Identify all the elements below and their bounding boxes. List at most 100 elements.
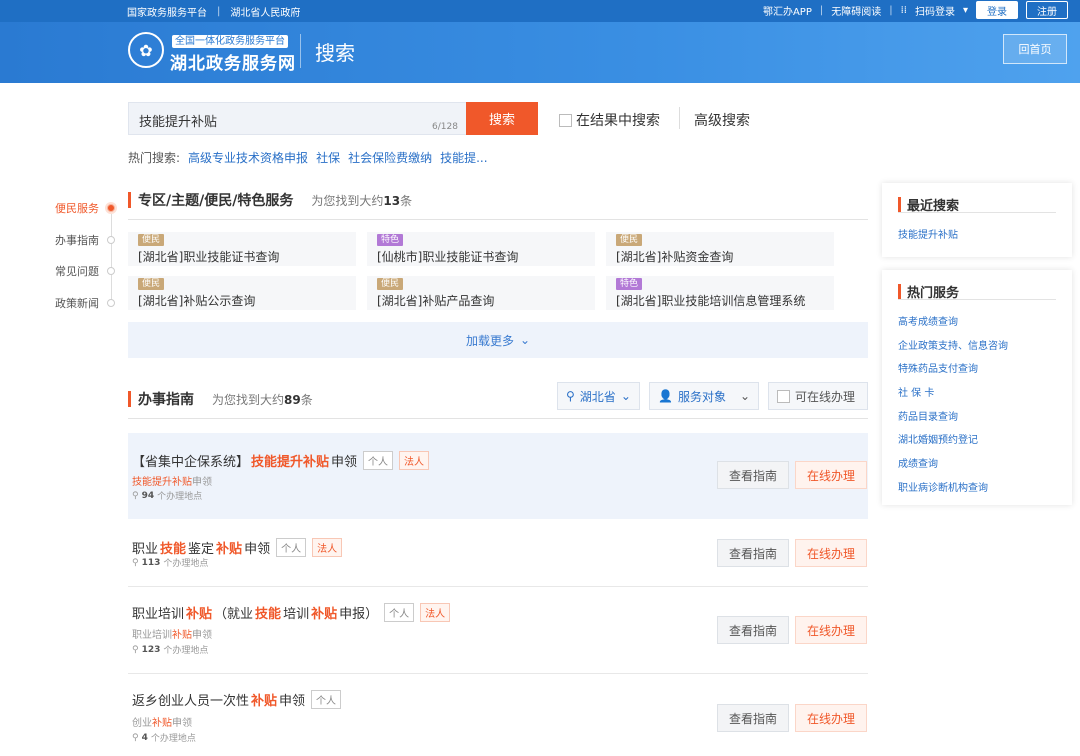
person-icon: 👤 — [658, 389, 673, 403]
online-filter[interactable]: 可在线办理 — [768, 382, 868, 410]
service-tag: 便民 — [616, 234, 643, 246]
service-card[interactable]: 便民 [湖北省]职业技能证书查询 — [128, 232, 356, 266]
online-checkbox[interactable] — [777, 389, 790, 403]
recent-search-panel: 最近搜索 技能提升补贴 — [882, 183, 1072, 257]
location-pin-icon: ⚲ — [132, 644, 139, 655]
service-title: [湖北省]补贴资金查询 — [616, 250, 734, 264]
hot-link[interactable]: 技能提... — [440, 149, 487, 166]
hot-service-link[interactable]: 职业病诊断机构查询 — [898, 479, 988, 494]
guide-row-title[interactable]: 职业 技能 鉴定 补贴 申领 个人 法人 — [132, 538, 343, 557]
logo-main-text[interactable]: 湖北政务服务网 — [170, 49, 296, 74]
top-bar: 国家政务服务平台 | 湖北省人民政府 鄂汇办APP | 无障碍阅读 | ⁞⁞ 扫… — [0, 0, 1080, 22]
load-more-button[interactable]: 加载更多 ⌄ — [128, 322, 868, 358]
guide-row-title[interactable]: 返乡创业人员一次性 补贴 申领 个人 — [132, 690, 342, 709]
recent-search-link[interactable]: 技能提升补贴 — [898, 226, 958, 241]
in-results-checkbox[interactable] — [559, 113, 572, 127]
online-label: 可在线办理 — [795, 389, 856, 404]
guide-row[interactable]: 职业培训 补贴 （就业 技能 培训 补贴 申报） 个人 法人 职业培训补贴申领 ⚲ 123 个办… — [128, 587, 868, 673]
nav-dot-icon — [107, 299, 115, 307]
tag-legal: 法人 — [420, 603, 451, 622]
nav-item-guide[interactable]: 办事指南 — [55, 232, 115, 248]
section-bar — [898, 284, 901, 299]
service-tag: 特色 — [616, 278, 643, 290]
hot-service-link[interactable]: 成绩查询 — [898, 455, 938, 470]
guide-row-locations: ⚲ 113 个办理地点 — [132, 557, 209, 570]
login-button[interactable]: 登录 — [976, 1, 1018, 19]
location-pin-icon: ⚲ — [132, 490, 139, 501]
section-bar — [898, 197, 901, 212]
service-tag: 便民 — [377, 278, 404, 290]
services-header: 专区/主题/便民/特色服务 为您找到大约13条 — [128, 190, 412, 210]
nav-dot-icon — [107, 204, 115, 212]
service-card[interactable]: 便民 [湖北省]补贴产品查询 — [367, 276, 595, 310]
location-pin-icon: ⚲ — [132, 557, 139, 568]
location-pin-icon: ⚲ — [132, 732, 139, 743]
guide-row-locations: ⚲ 4 个办理地点 — [132, 732, 196, 745]
nav-item-faq[interactable]: 常见问题 — [55, 263, 115, 279]
hot-link[interactable]: 社会保险费缴纳 — [348, 149, 432, 166]
province-gov-link[interactable]: 湖北省人民政府 — [230, 4, 300, 19]
guide-row[interactable]: 职业 技能 鉴定 补贴 申领 个人 法人 ⚲ 113 个办理地点 查看指南 在线办理 — [128, 520, 868, 586]
online-handle-button[interactable]: 在线办理 — [795, 539, 867, 567]
nav-item-convenience[interactable]: 便民服务 — [55, 200, 115, 216]
service-card[interactable]: 特色 [湖北省]职业技能培训信息管理系统 — [606, 276, 834, 310]
target-filter[interactable]: 👤 服务对象 ⌄ — [649, 382, 759, 410]
online-handle-button[interactable]: 在线办理 — [795, 704, 867, 732]
hot-service-link[interactable]: 社 保 卡 — [898, 384, 934, 399]
logo-emblem-icon[interactable]: ✿ — [128, 32, 164, 68]
header: ✿ 全国一体化政务服务平台 湖北政务服务网 搜索 回首页 — [0, 22, 1080, 83]
guide-row-title[interactable]: 职业培训 补贴 （就业 技能 培训 补贴 申报） 个人 法人 — [132, 603, 451, 622]
region-label: 湖北省 — [579, 389, 616, 404]
header-divider — [300, 34, 301, 68]
section-bar — [128, 192, 131, 208]
view-guide-button[interactable]: 查看指南 — [717, 539, 789, 567]
guide-row[interactable]: 返乡创业人员一次性 补贴 申领 个人 创业补贴申领 ⚲ 4 个办理地点 查看指南 在线办… — [128, 674, 868, 756]
guide-row-title[interactable]: 【省集中企保系统】 技能提升补贴 申领 个人 法人 — [132, 451, 430, 470]
view-guide-button[interactable]: 查看指南 — [717, 616, 789, 644]
hot-service-link[interactable]: 高考成绩查询 — [898, 313, 958, 328]
service-title: [湖北省]补贴产品查询 — [377, 294, 495, 308]
nav-timeline — [111, 206, 112, 301]
divider — [679, 107, 680, 129]
region-filter[interactable]: ⚲ 湖北省 ⌄ — [557, 382, 640, 410]
search-button[interactable]: 搜索 — [466, 102, 538, 135]
guide-row[interactable]: 【省集中企保系统】 技能提升补贴 申领 个人 法人 技能提升补贴申领 ⚲ 94 个办理地… — [128, 433, 868, 519]
hot-service-link[interactable]: 湖北婚姻预约登记 — [898, 431, 978, 446]
guide-count: 为您找到大约89条 — [212, 392, 313, 407]
service-card[interactable]: 特色 [仙桃市]职业技能证书查询 — [367, 232, 595, 266]
load-more-label: 加载更多 — [465, 333, 514, 348]
page-title: 搜索 — [315, 41, 355, 65]
register-button[interactable]: 注册 — [1026, 1, 1068, 19]
advanced-search-link[interactable]: 高级搜索 — [694, 110, 750, 130]
nav-dot-icon — [107, 267, 115, 275]
view-guide-button[interactable]: 查看指南 — [717, 704, 789, 732]
view-guide-button[interactable]: 查看指南 — [717, 461, 789, 489]
nav-dot-icon — [107, 236, 115, 244]
hot-link[interactable]: 社保 — [316, 149, 340, 166]
service-card[interactable]: 便民 [湖北省]补贴资金查询 — [606, 232, 834, 266]
hot-services-panel: 热门服务 高考成绩查询 企业政策支持、信息咨询 特殊药品支付查询 社 保 卡 药… — [882, 270, 1072, 505]
online-handle-button[interactable]: 在线办理 — [795, 461, 867, 489]
in-results-label: 在结果中搜索 — [576, 113, 660, 129]
guide-title: 办事指南 — [138, 392, 194, 408]
nav-item-news[interactable]: 政策新闻 — [55, 295, 115, 311]
search-input[interactable]: 技能提升补贴 — [128, 102, 468, 135]
online-handle-button[interactable]: 在线办理 — [795, 616, 867, 644]
search-in-results[interactable]: 在结果中搜索 — [559, 110, 660, 130]
hot-service-link[interactable]: 企业政策支持、信息咨询 — [898, 337, 1008, 352]
accessibility-link[interactable]: 无障碍阅读 — [831, 3, 881, 18]
scan-login-link[interactable]: 扫码登录 — [915, 3, 955, 18]
hot-link[interactable]: 高级专业技术资格申报 — [188, 149, 308, 166]
service-title: [湖北省]补贴公示查询 — [138, 294, 256, 308]
service-card[interactable]: 便民 [湖北省]补贴公示查询 — [128, 276, 356, 310]
hot-service-link[interactable]: 药品目录查询 — [898, 408, 958, 423]
hot-service-link[interactable]: 特殊药品支付查询 — [898, 360, 978, 375]
qr-icon: ⁞⁞ — [900, 4, 907, 16]
app-link[interactable]: 鄂汇办APP — [763, 3, 812, 18]
tag-personal: 个人 — [311, 690, 342, 709]
home-button[interactable]: 回首页 — [1003, 34, 1067, 64]
nav-label: 常见问题 — [55, 265, 99, 278]
caret-down-icon[interactable]: ▾ — [963, 5, 968, 16]
service-tag: 便民 — [138, 234, 165, 246]
national-platform-link[interactable]: 国家政务服务平台 — [127, 4, 207, 19]
